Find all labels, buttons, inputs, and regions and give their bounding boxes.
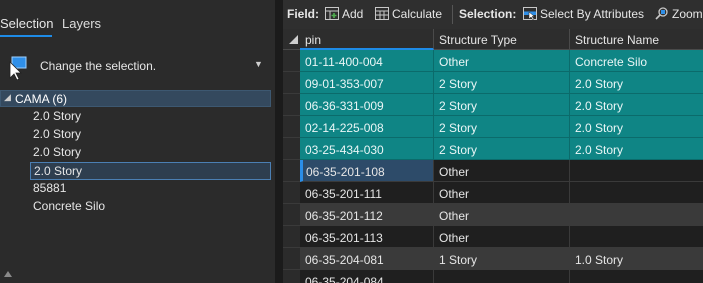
- add-field-label: Add: [342, 7, 364, 21]
- zoom-label: Zoom: [672, 7, 703, 21]
- cell-pin[interactable]: 01-11-400-004: [300, 50, 434, 72]
- calculate-label: Calculate: [392, 7, 443, 21]
- table-row[interactable]: 06-35-204-084: [283, 270, 703, 283]
- cell-pin[interactable]: 06-35-204-081: [300, 248, 434, 270]
- attribute-table: pin Structure Type Structure Name 01-11-…: [283, 29, 703, 283]
- cell-pin[interactable]: 03-25-434-030: [300, 138, 434, 160]
- row-header[interactable]: [283, 72, 300, 94]
- attribute-table-pane: Field: Add Calculate Selection: Select B…: [283, 0, 703, 283]
- select-by-attributes-icon: [523, 7, 537, 20]
- cell-structure-name[interactable]: [570, 270, 703, 283]
- active-tab-indicator: [0, 35, 52, 37]
- tree-item[interactable]: 2.0 Story: [30, 108, 271, 126]
- select-by-attributes-button[interactable]: Select By Attributes: [523, 7, 644, 21]
- row-header[interactable]: [283, 160, 300, 182]
- cell-pin[interactable]: 06-35-201-108: [300, 160, 434, 182]
- tab-selection[interactable]: Selection: [0, 16, 53, 31]
- cell-structure-name[interactable]: 2.0 Story: [570, 72, 703, 94]
- cell-structure-name[interactable]: [570, 182, 703, 204]
- cell-pin[interactable]: 06-35-201-111: [300, 182, 434, 204]
- table-row[interactable]: 06-35-201-112 Other: [283, 204, 703, 226]
- cell-structure-type[interactable]: Other: [434, 182, 570, 204]
- tree-item[interactable]: Concrete Silo: [30, 198, 271, 216]
- cell-structure-type[interactable]: [434, 270, 570, 283]
- cell-structure-type[interactable]: 1 Story: [434, 248, 570, 270]
- cell-pin[interactable]: 06-35-204-084: [300, 270, 434, 283]
- cell-pin[interactable]: 09-01-353-007: [300, 72, 434, 94]
- tab-layers[interactable]: Layers: [62, 16, 101, 31]
- cell-structure-name[interactable]: 2.0 Story: [570, 94, 703, 116]
- cell-pin[interactable]: 02-14-225-008: [300, 116, 434, 138]
- column-header-structure-name[interactable]: Structure Name: [570, 29, 703, 50]
- row-header[interactable]: [283, 94, 300, 116]
- table-row[interactable]: 06-35-201-111 Other: [283, 182, 703, 204]
- selection-mode-label: Change the selection.: [40, 59, 157, 73]
- table-row-selected[interactable]: 09-01-353-007 2 Story 2.0 Story: [283, 72, 703, 94]
- add-field-icon: [325, 7, 339, 20]
- table-row-selected[interactable]: 06-36-331-009 2 Story 2.0 Story: [283, 94, 703, 116]
- cell-structure-name[interactable]: Concrete Silo: [570, 50, 703, 72]
- tree-item-selected[interactable]: 2.0 Story: [30, 162, 271, 180]
- select-cursor-icon: [9, 56, 27, 80]
- table-row[interactable]: 06-35-201-113 Other: [283, 226, 703, 248]
- table-row-selected[interactable]: 03-25-434-030 2 Story 2.0 Story: [283, 138, 703, 160]
- selection-pane: Selection Layers Change the selection. ▼…: [0, 0, 275, 283]
- cell-structure-type[interactable]: Other: [434, 50, 570, 72]
- column-header-pin[interactable]: pin: [300, 29, 434, 50]
- field-label: Field:: [287, 7, 319, 21]
- cell-structure-type[interactable]: 2 Story: [434, 72, 570, 94]
- table-row-selected[interactable]: 02-14-225-008 2 Story 2.0 Story: [283, 116, 703, 138]
- cell-pin[interactable]: 06-36-331-009: [300, 94, 434, 116]
- selection-mode-dropdown[interactable]: Change the selection. ▼: [0, 50, 275, 84]
- calculate-button[interactable]: Calculate: [375, 7, 442, 21]
- pane-splitter[interactable]: [275, 0, 283, 283]
- tree-item[interactable]: 2.0 Story: [30, 126, 271, 144]
- column-header-structure-type[interactable]: Structure Type: [434, 29, 570, 50]
- chevron-down-icon: ▼: [254, 59, 263, 69]
- horizontal-scrollbar[interactable]: [0, 264, 275, 283]
- row-header[interactable]: [283, 138, 300, 160]
- table-header: pin Structure Type Structure Name: [283, 29, 703, 50]
- cell-structure-type[interactable]: Other: [434, 226, 570, 248]
- cell-structure-name[interactable]: 2.0 Story: [570, 138, 703, 160]
- tree-root-cama[interactable]: ◢ CAMA (6): [0, 90, 271, 107]
- tree-root-label: CAMA (6): [15, 92, 68, 106]
- row-header[interactable]: [283, 270, 300, 283]
- cell-structure-name[interactable]: 1.0 Story: [570, 248, 703, 270]
- pane-tabs: Selection Layers: [0, 0, 275, 38]
- cell-structure-type[interactable]: Other: [434, 160, 570, 182]
- row-header[interactable]: [283, 248, 300, 270]
- cell-structure-name[interactable]: [570, 226, 703, 248]
- cell-structure-type[interactable]: Other: [434, 204, 570, 226]
- table-toolbar: Field: Add Calculate Selection: Select B…: [283, 0, 703, 29]
- row-header[interactable]: [283, 50, 300, 72]
- row-header[interactable]: [283, 226, 300, 248]
- table-row[interactable]: 06-35-204-081 1 Story 1.0 Story: [283, 248, 703, 270]
- cell-structure-name[interactable]: 2.0 Story: [570, 116, 703, 138]
- row-header[interactable]: [283, 204, 300, 226]
- select-by-attributes-label: Select By Attributes: [540, 7, 645, 21]
- tree-item[interactable]: 2.0 Story: [30, 144, 271, 162]
- cell-structure-name[interactable]: [570, 204, 703, 226]
- cell-structure-type[interactable]: 2 Story: [434, 94, 570, 116]
- tree-item[interactable]: 85881: [30, 180, 271, 198]
- add-field-button[interactable]: Add: [325, 7, 363, 21]
- zoom-to-selection-button[interactable]: Zoom: [655, 7, 703, 21]
- table-row-current[interactable]: 06-35-201-108 Other: [283, 160, 703, 182]
- row-header[interactable]: [283, 116, 300, 138]
- cell-structure-type[interactable]: 2 Story: [434, 116, 570, 138]
- cell-pin[interactable]: 06-35-201-112: [300, 204, 434, 226]
- zoom-icon: [655, 7, 668, 20]
- cell-structure-name[interactable]: [570, 160, 703, 182]
- expand-triangle-icon[interactable]: ◢: [4, 92, 11, 103]
- cell-structure-type[interactable]: 2 Story: [434, 138, 570, 160]
- table-row-selected[interactable]: 01-11-400-004 Other Concrete Silo: [283, 50, 703, 72]
- row-header[interactable]: [283, 182, 300, 204]
- toolbar-separator: [452, 5, 453, 24]
- selection-label: Selection:: [459, 7, 517, 21]
- cell-pin[interactable]: 06-35-201-113: [300, 226, 434, 248]
- select-all-corner[interactable]: [283, 29, 300, 50]
- calculate-icon: [375, 7, 389, 20]
